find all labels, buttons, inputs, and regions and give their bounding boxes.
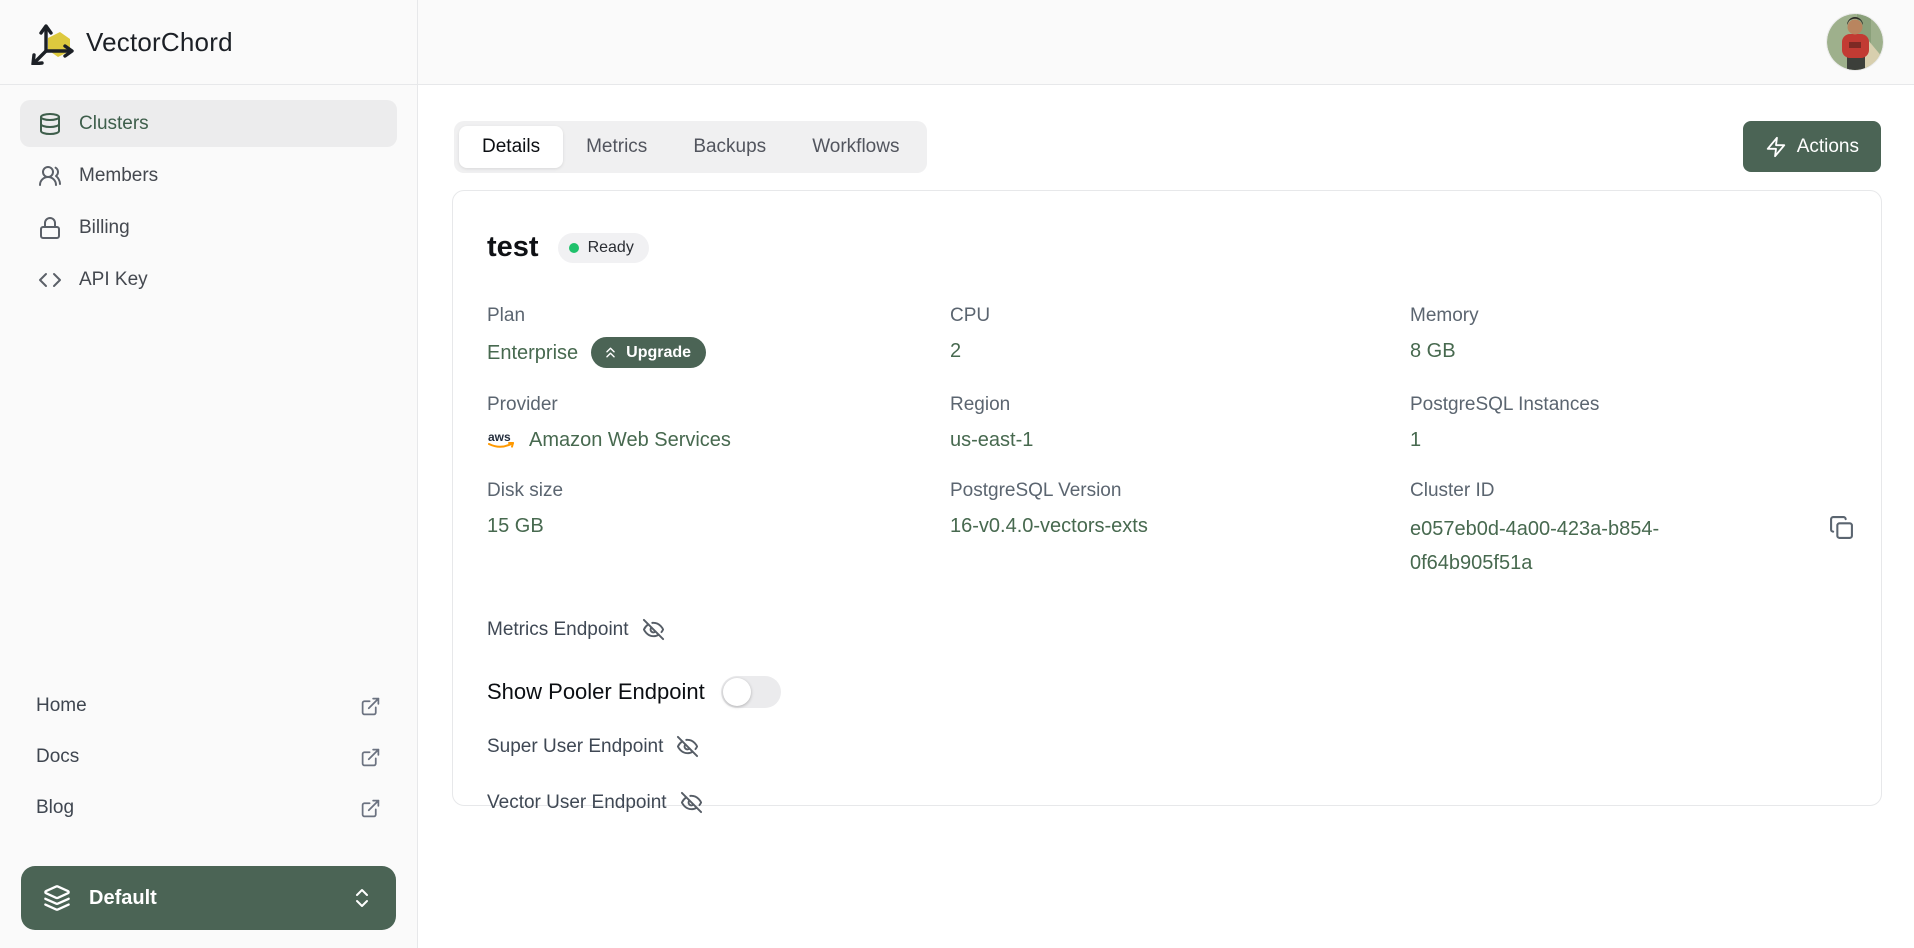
main-area: Details Metrics Backups Workflows Action… (418, 0, 1914, 948)
actions-button[interactable]: Actions (1743, 121, 1881, 172)
sidebar-nav: Clusters Members Billing API Key (0, 100, 417, 303)
link-home[interactable]: Home (36, 695, 381, 717)
endpoints-section: Metrics Endpoint Show Pooler Endpoint Su… (487, 618, 1881, 814)
cluster-id-value: e057eb0d-4a00-423a-b854-0f64b905f51a (1410, 512, 1712, 580)
super-user-endpoint-row: Super User Endpoint (487, 735, 1881, 758)
pg-version-value: 16-v0.4.0-vectors-exts (950, 512, 1410, 540)
field-label: PostgreSQL Instances (1410, 394, 1881, 416)
field-provider: Provider aws Amazon Web Services (487, 394, 950, 454)
cluster-details-card: test Ready Plan Enterprise Upgrade (452, 190, 1882, 806)
field-label: Provider (487, 394, 950, 416)
link-label: Home (36, 695, 87, 717)
metrics-endpoint-row: Metrics Endpoint (487, 618, 1881, 641)
status-badge: Ready (558, 233, 649, 263)
upgrade-button[interactable]: Upgrade (591, 337, 706, 368)
provider-value: Amazon Web Services (529, 426, 731, 454)
lock-icon (38, 216, 62, 240)
field-plan: Plan Enterprise Upgrade (487, 305, 950, 368)
sidebar-item-label: Members (79, 165, 158, 187)
pg-instances-value: 1 (1410, 426, 1881, 454)
tab-backups[interactable]: Backups (670, 126, 789, 168)
field-label: Memory (1410, 305, 1881, 327)
field-label: Disk size (487, 480, 950, 502)
disk-size-value: 15 GB (487, 512, 950, 540)
sidebar-item-label: Clusters (79, 113, 149, 135)
field-region: Region us-east-1 (950, 394, 1410, 454)
workspace-switcher-button[interactable]: Default (21, 866, 396, 930)
content-area: Details Metrics Backups Workflows Action… (418, 85, 1914, 948)
tab-details[interactable]: Details (459, 126, 563, 168)
sidebar-item-members[interactable]: Members (20, 152, 397, 199)
code-icon (38, 268, 62, 292)
layers-icon (43, 884, 71, 912)
super-user-endpoint-label: Super User Endpoint (487, 736, 663, 758)
pooler-toggle-label: Show Pooler Endpoint (487, 679, 705, 705)
upgrade-label: Upgrade (626, 344, 691, 362)
field-label: Region (950, 394, 1410, 416)
toggle-knob (723, 678, 751, 706)
field-cluster-id: Cluster ID e057eb0d-4a00-423a-b854-0f64b… (1410, 480, 1881, 580)
field-memory: Memory 8 GB (1410, 305, 1881, 368)
status-dot-icon (569, 243, 579, 253)
sidebar-item-label: Billing (79, 217, 130, 239)
field-pg-version: PostgreSQL Version 16-v0.4.0-vectors-ext… (950, 480, 1410, 580)
field-disk-size: Disk size 15 GB (487, 480, 950, 580)
plan-value: Enterprise (487, 339, 578, 367)
metrics-endpoint-label: Metrics Endpoint (487, 619, 629, 641)
link-label: Docs (36, 746, 79, 768)
brand-name: VectorChord (86, 27, 233, 58)
eye-off-icon[interactable] (676, 735, 699, 758)
database-icon (38, 112, 62, 136)
tab-metrics[interactable]: Metrics (563, 126, 670, 168)
tab-workflows[interactable]: Workflows (789, 126, 922, 168)
sidebar-item-api-key[interactable]: API Key (20, 256, 397, 303)
copy-icon (1829, 515, 1854, 540)
workspace-name: Default (89, 887, 332, 910)
field-cpu: CPU 2 (950, 305, 1410, 368)
users-icon (38, 164, 62, 188)
field-label: PostgreSQL Version (950, 480, 1410, 502)
cluster-fields-grid: Plan Enterprise Upgrade CPU 2 Memory (487, 305, 1881, 580)
field-label: Cluster ID (1410, 480, 1881, 502)
external-link-icon (360, 747, 381, 768)
chevrons-up-down-icon (350, 886, 374, 910)
link-docs[interactable]: Docs (36, 746, 381, 768)
vectorchord-logo-icon (30, 19, 76, 65)
sidebar-item-label: API Key (79, 269, 148, 291)
field-pg-instances: PostgreSQL Instances 1 (1410, 394, 1881, 454)
svg-text:aws: aws (488, 430, 511, 444)
vector-user-endpoint-label: Vector User Endpoint (487, 792, 667, 814)
memory-value: 8 GB (1410, 337, 1881, 365)
pooler-endpoint-toggle[interactable] (721, 676, 781, 708)
external-link-icon (360, 798, 381, 819)
link-label: Blog (36, 797, 74, 819)
eye-off-icon[interactable] (642, 618, 665, 641)
sidebar-external-links: Home Docs Blog (0, 695, 417, 819)
cluster-tabs: Details Metrics Backups Workflows (454, 121, 927, 173)
vector-user-endpoint-row: Vector User Endpoint (487, 791, 1881, 814)
cpu-value: 2 (950, 337, 1410, 365)
copy-cluster-id-button[interactable] (1823, 509, 1859, 545)
cluster-name: test (487, 231, 539, 264)
user-avatar[interactable] (1827, 14, 1883, 70)
zap-icon (1765, 136, 1787, 158)
sidebar-item-clusters[interactable]: Clusters (20, 100, 397, 147)
brand-logo: VectorChord (0, 0, 417, 85)
link-blog[interactable]: Blog (36, 797, 381, 819)
eye-off-icon[interactable] (680, 791, 703, 814)
chevrons-up-icon (602, 344, 619, 361)
avatar-photo (1827, 14, 1883, 70)
actions-button-label: Actions (1797, 136, 1859, 158)
pooler-endpoint-row: Show Pooler Endpoint (487, 676, 1881, 708)
sidebar-item-billing[interactable]: Billing (20, 204, 397, 251)
aws-icon: aws (487, 429, 519, 451)
external-link-icon (360, 696, 381, 717)
top-header (418, 0, 1914, 85)
status-label: Ready (588, 239, 634, 257)
field-label: CPU (950, 305, 1410, 327)
region-value: us-east-1 (950, 426, 1410, 454)
sidebar: VectorChord Clusters Members Billing API… (0, 0, 418, 948)
field-label: Plan (487, 305, 950, 327)
